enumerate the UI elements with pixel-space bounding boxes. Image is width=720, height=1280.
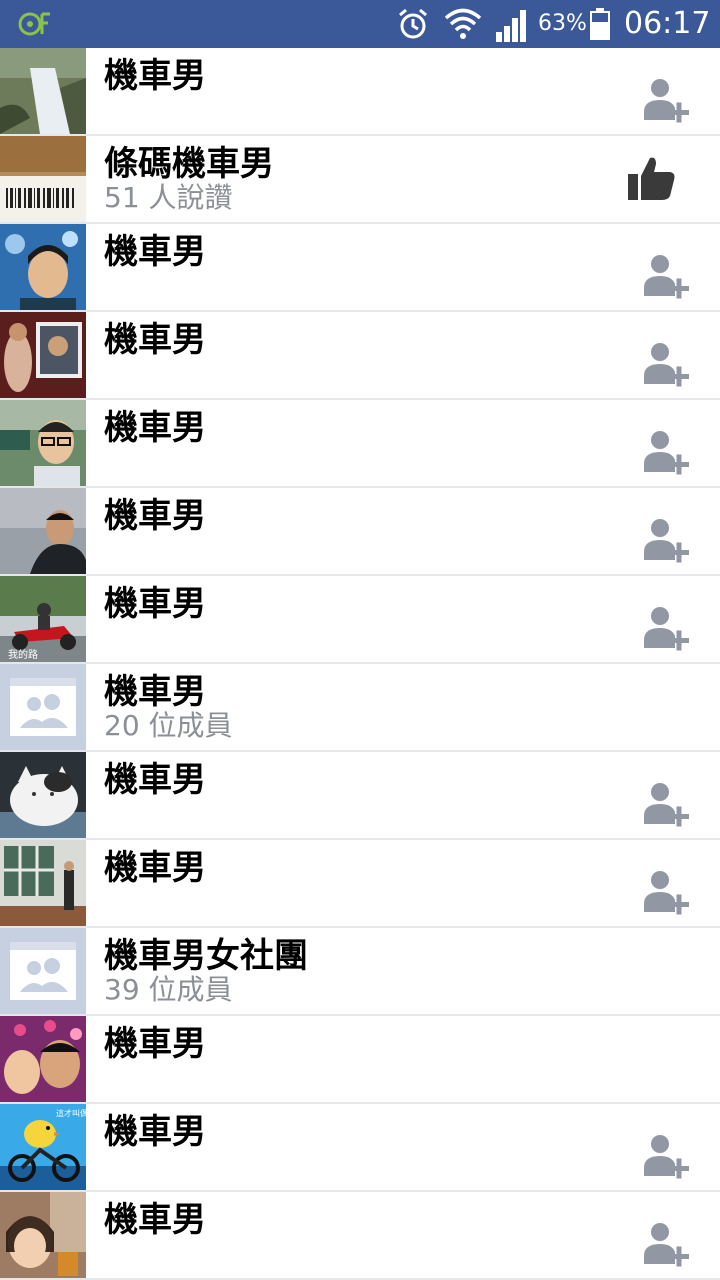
avatar: [0, 312, 86, 398]
add-friend-icon[interactable]: [642, 604, 690, 658]
result-subtitle: 51 人說讚: [104, 181, 233, 214]
result-name: 機車男: [104, 56, 206, 96]
avatar: [0, 1016, 86, 1102]
add-friend-icon[interactable]: [642, 868, 690, 922]
result-row[interactable]: 我的路 機車男: [0, 576, 720, 664]
battery-percent: 63%: [538, 11, 587, 36]
result-row[interactable]: 這才叫偶 機車男: [0, 1104, 720, 1192]
avatar: [0, 840, 86, 926]
result-row[interactable]: 機車男: [0, 488, 720, 576]
avatar: [0, 400, 86, 486]
svg-text:我的路: 我的路: [8, 648, 38, 661]
clock-time: 06:17: [624, 6, 711, 41]
avatar: 我的路: [0, 576, 86, 662]
result-name: 機車男: [104, 672, 206, 712]
add-friend-icon[interactable]: [642, 1132, 690, 1186]
status-bar: 63% 06:17: [0, 0, 720, 48]
result-name: 條碼機車男: [104, 144, 274, 184]
result-row[interactable]: 機車男: [0, 840, 720, 928]
result-row[interactable]: 機車男: [0, 224, 720, 312]
result-name: 機車男: [104, 584, 206, 624]
avatar: 這才叫偶: [0, 1104, 86, 1190]
avatar: [0, 752, 86, 838]
avatar: [0, 488, 86, 574]
add-friend-icon[interactable]: [642, 340, 690, 394]
wifi-icon: [444, 8, 482, 39]
group-avatar: [0, 664, 86, 750]
result-name: 機車男: [104, 760, 206, 800]
avatar: [0, 48, 86, 134]
result-row[interactable]: 機車男: [0, 312, 720, 400]
result-row[interactable]: 機車男: [0, 752, 720, 840]
group-avatar: [0, 928, 86, 1014]
add-friend-icon[interactable]: [642, 76, 690, 130]
result-name: 機車男: [104, 408, 206, 448]
add-friend-icon[interactable]: [642, 1220, 690, 1274]
result-name: 機車男: [104, 1024, 206, 1064]
battery-icon: [590, 8, 610, 40]
avatar: [0, 136, 86, 222]
result-name: 機車男: [104, 496, 206, 536]
result-name: 機車男: [104, 1112, 206, 1152]
add-friend-icon[interactable]: [642, 780, 690, 834]
search-results-list: 機車男 條碼機車男 51 人說讚 機車男 機車男 機車男 機車男 我的路 機車男 機車男 20 位成…: [0, 48, 720, 1280]
result-row[interactable]: 條碼機車男 51 人說讚: [0, 136, 720, 224]
result-name: 機車男: [104, 232, 206, 272]
avatar: [0, 224, 86, 310]
app-notification-icon: [18, 12, 50, 36]
result-row[interactable]: 機車男: [0, 1016, 720, 1104]
add-friend-icon[interactable]: [642, 428, 690, 482]
alarm-clock-icon: [399, 8, 427, 39]
result-row[interactable]: 機車男女社團 39 位成員: [0, 928, 720, 1016]
cell-signal-icon: [496, 10, 526, 42]
add-friend-icon[interactable]: [642, 516, 690, 570]
result-subtitle: 39 位成員: [104, 973, 233, 1006]
result-row[interactable]: 機車男: [0, 400, 720, 488]
like-icon[interactable]: [626, 154, 676, 202]
result-name: 機車男: [104, 848, 206, 888]
add-friend-icon[interactable]: [642, 252, 690, 306]
result-name: 機車男: [104, 320, 206, 360]
svg-text:這才叫偶: 這才叫偶: [56, 1108, 86, 1118]
result-name: 機車男女社團: [104, 936, 308, 976]
result-subtitle: 20 位成員: [104, 709, 233, 742]
result-name: 機車男: [104, 1200, 206, 1240]
avatar: [0, 1192, 86, 1278]
result-row[interactable]: 機車男: [0, 1192, 720, 1280]
result-row[interactable]: 機車男 20 位成員: [0, 664, 720, 752]
result-row[interactable]: 機車男: [0, 48, 720, 136]
